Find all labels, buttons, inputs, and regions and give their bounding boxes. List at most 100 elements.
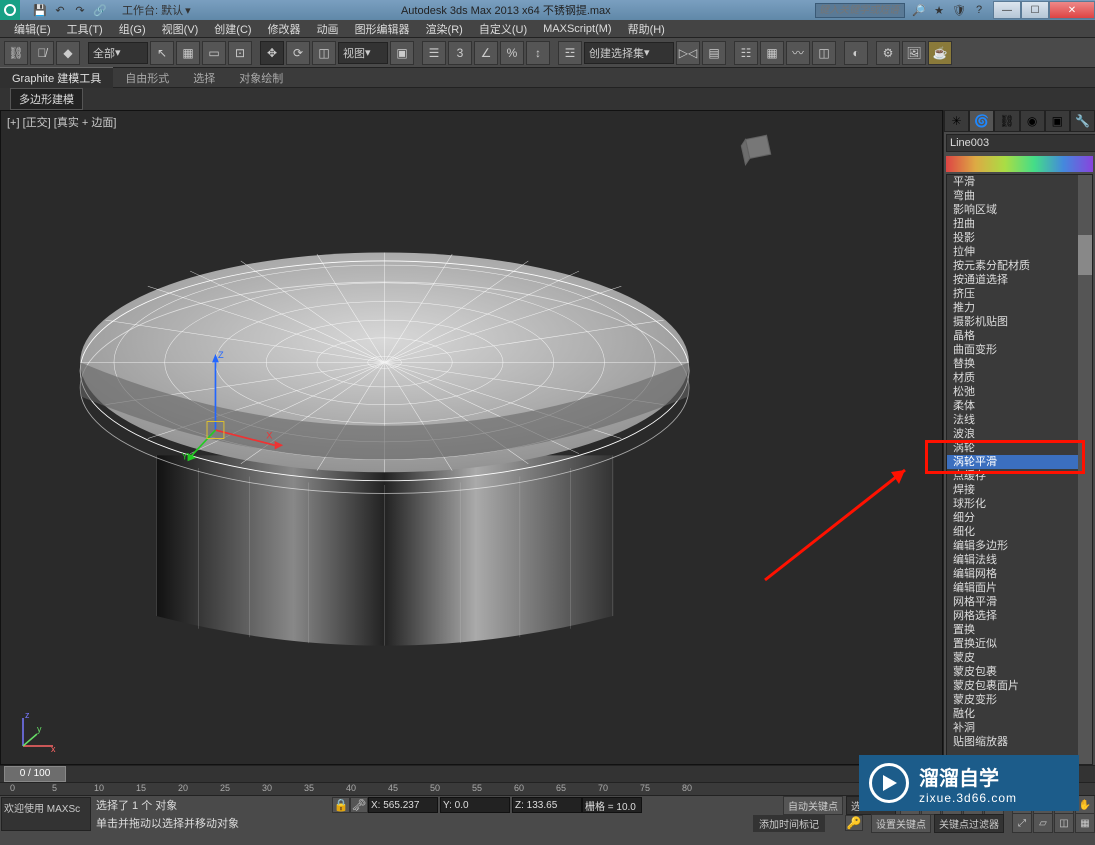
modifier-item[interactable]: 贴图缩放器 bbox=[947, 735, 1092, 749]
modifier-item[interactable]: 蒙皮 bbox=[947, 651, 1092, 665]
modifier-item[interactable]: 平滑 bbox=[947, 175, 1092, 189]
graphite-tab[interactable]: Graphite 建模工具 bbox=[0, 67, 113, 88]
menu-MAXScript(M)[interactable]: MAXScript(M) bbox=[535, 23, 619, 35]
move-tool-icon[interactable]: ✥ bbox=[260, 41, 284, 65]
modifier-item[interactable]: 松弛 bbox=[947, 385, 1092, 399]
link-tool-icon[interactable]: ⛓ bbox=[4, 41, 28, 65]
key-icon[interactable]: 🗝 bbox=[350, 797, 368, 813]
graphite-tab[interactable]: 对象绘制 bbox=[227, 68, 295, 88]
motion-tab-icon[interactable]: ◉ bbox=[1020, 110, 1045, 132]
modifier-item[interactable]: 编辑网格 bbox=[947, 567, 1092, 581]
menu-工具(T)[interactable]: 工具(T) bbox=[59, 21, 111, 37]
modifier-item[interactable]: 柔体 bbox=[947, 399, 1092, 413]
modifier-item[interactable]: 编辑面片 bbox=[947, 581, 1092, 595]
unlink-tool-icon[interactable]: ⛓̸ bbox=[30, 41, 54, 65]
manage-selection-icon[interactable]: ☰ bbox=[422, 41, 446, 65]
modifier-item[interactable]: 编辑多边形 bbox=[947, 539, 1092, 553]
modifier-item[interactable]: 编辑法线 bbox=[947, 553, 1092, 567]
shield-icon[interactable]: 🛡 bbox=[951, 2, 967, 18]
modifier-item[interactable]: 影响区域 bbox=[947, 203, 1092, 217]
menu-动画[interactable]: 动画 bbox=[309, 21, 347, 37]
z-coord-input[interactable]: Z: 133.65 bbox=[512, 797, 582, 813]
scroll-thumb[interactable] bbox=[1078, 235, 1092, 275]
time-handle[interactable]: 0 / 100 bbox=[4, 766, 66, 782]
modifier-item[interactable]: 置换 bbox=[947, 623, 1092, 637]
modifier-item[interactable]: 弯曲 bbox=[947, 189, 1092, 203]
modifier-item[interactable]: 网格平滑 bbox=[947, 595, 1092, 609]
modifier-item[interactable]: 材质 bbox=[947, 371, 1092, 385]
modifier-item[interactable]: 蒙皮包裹 bbox=[947, 665, 1092, 679]
spinner-snap-icon[interactable]: ↕ bbox=[526, 41, 550, 65]
bind-tool-icon[interactable]: ◆ bbox=[56, 41, 80, 65]
zoom-ext-icon[interactable]: ⤢ bbox=[1012, 813, 1032, 833]
binoculars-icon[interactable]: 🔎 bbox=[911, 2, 927, 18]
layer-icon[interactable]: ☷ bbox=[734, 41, 758, 65]
angle-snap-icon[interactable]: ∠ bbox=[474, 41, 498, 65]
modifier-item[interactable]: 网格选择 bbox=[947, 609, 1092, 623]
selection-filter-dropdown[interactable]: 全部 ▾ bbox=[88, 42, 148, 64]
menu-视图(V)[interactable]: 视图(V) bbox=[154, 21, 207, 37]
modifier-item[interactable]: 推力 bbox=[947, 301, 1092, 315]
menu-渲染(R)[interactable]: 渲染(R) bbox=[418, 21, 471, 37]
close-button[interactable]: ✕ bbox=[1049, 1, 1095, 19]
x-coord-input[interactable]: X: 565.237 bbox=[368, 797, 438, 813]
maxscript-tab[interactable]: 欢迎使用 MAXSc bbox=[1, 797, 91, 831]
menu-组(G)[interactable]: 组(G) bbox=[111, 21, 154, 37]
edit-named-sel-icon[interactable]: ☲ bbox=[558, 41, 582, 65]
modifier-item[interactable]: 波浪 bbox=[947, 427, 1092, 441]
rotate-tool-icon[interactable]: ⟳ bbox=[286, 41, 310, 65]
help-search-input[interactable] bbox=[815, 3, 905, 18]
menu-自定义(U)[interactable]: 自定义(U) bbox=[471, 21, 535, 37]
percent-snap-icon[interactable]: % bbox=[500, 41, 524, 65]
menu-图形编辑器[interactable]: 图形编辑器 bbox=[347, 21, 418, 37]
modifier-list[interactable]: 平滑弯曲影响区域扭曲投影拉伸按元素分配材质按通道选择挤压推力摄影机贴图晶格曲面变… bbox=[946, 174, 1093, 765]
modifier-item[interactable]: 扭曲 bbox=[947, 217, 1092, 231]
align-icon[interactable]: ▤ bbox=[702, 41, 726, 65]
app-logo[interactable] bbox=[0, 0, 20, 20]
modifier-item[interactable]: 曲面变形 bbox=[947, 343, 1092, 357]
modifier-item[interactable]: 补洞 bbox=[947, 721, 1092, 735]
object-name-input[interactable] bbox=[946, 134, 1095, 152]
select-icon[interactable]: ↖ bbox=[150, 41, 174, 65]
addtime-button[interactable]: 添加时间标记 bbox=[753, 815, 825, 832]
undo-icon[interactable]: ↶ bbox=[52, 2, 68, 18]
min-max-icon[interactable]: ▦ bbox=[1075, 813, 1095, 833]
help-icon[interactable]: ? bbox=[971, 2, 987, 18]
star-icon[interactable]: ★ bbox=[931, 2, 947, 18]
y-coord-input[interactable]: Y: 0.0 bbox=[440, 797, 510, 813]
maximize-button[interactable]: ☐ bbox=[1021, 1, 1049, 19]
scrollbar[interactable] bbox=[1078, 175, 1092, 764]
setkey-button[interactable]: 设置关键点 bbox=[871, 814, 931, 833]
menu-创建(C)[interactable]: 创建(C) bbox=[206, 21, 259, 37]
menu-编辑(E)[interactable]: 编辑(E) bbox=[6, 21, 59, 37]
schematic-icon[interactable]: ◫ bbox=[812, 41, 836, 65]
display-tab-icon[interactable]: ▣ bbox=[1045, 110, 1070, 132]
graphite-tab[interactable]: 选择 bbox=[181, 68, 227, 88]
window-select-icon[interactable]: ⊡ bbox=[228, 41, 252, 65]
polymodel-panel[interactable]: 多边形建模 bbox=[10, 88, 83, 110]
modifier-item[interactable]: 摄影机贴图 bbox=[947, 315, 1092, 329]
modifier-item[interactable]: 蒙皮包裹面片 bbox=[947, 679, 1092, 693]
modifier-list-dropdown[interactable] bbox=[946, 156, 1093, 172]
modifier-item[interactable]: 挤压 bbox=[947, 287, 1092, 301]
save-icon[interactable]: 💾 bbox=[32, 2, 48, 18]
render-frame-icon[interactable]: 🖼 bbox=[902, 41, 926, 65]
refcoord-dropdown[interactable]: 视图 ▾ bbox=[338, 42, 388, 64]
select-name-icon[interactable]: ▦ bbox=[176, 41, 200, 65]
modifier-item[interactable]: 涡轮 bbox=[947, 441, 1092, 455]
modifier-item[interactable]: 球形化 bbox=[947, 497, 1092, 511]
modifier-item[interactable]: 焊接 bbox=[947, 483, 1092, 497]
mirror-icon[interactable]: ▷◁ bbox=[676, 41, 700, 65]
modifier-item[interactable]: 细分 bbox=[947, 511, 1092, 525]
render-setup-icon[interactable]: ⚙ bbox=[876, 41, 900, 65]
modifier-item[interactable]: 法线 bbox=[947, 413, 1092, 427]
scale-tool-icon[interactable]: ◫ bbox=[312, 41, 336, 65]
named-sel-dropdown[interactable]: 创建选择集 ▾ bbox=[584, 42, 674, 64]
workspace-dropdown[interactable]: 工作台: 默认▾ bbox=[116, 2, 197, 18]
create-tab-icon[interactable]: ✳ bbox=[944, 110, 969, 132]
modifier-item[interactable]: 细化 bbox=[947, 525, 1092, 539]
autokey-button[interactable]: 自动关键点 bbox=[783, 796, 843, 815]
modifier-item[interactable]: 拉伸 bbox=[947, 245, 1092, 259]
maximize-vp-icon[interactable]: ◫ bbox=[1054, 813, 1074, 833]
viewport-label[interactable]: [+] [正交] [真实 + 边面] bbox=[7, 114, 116, 130]
